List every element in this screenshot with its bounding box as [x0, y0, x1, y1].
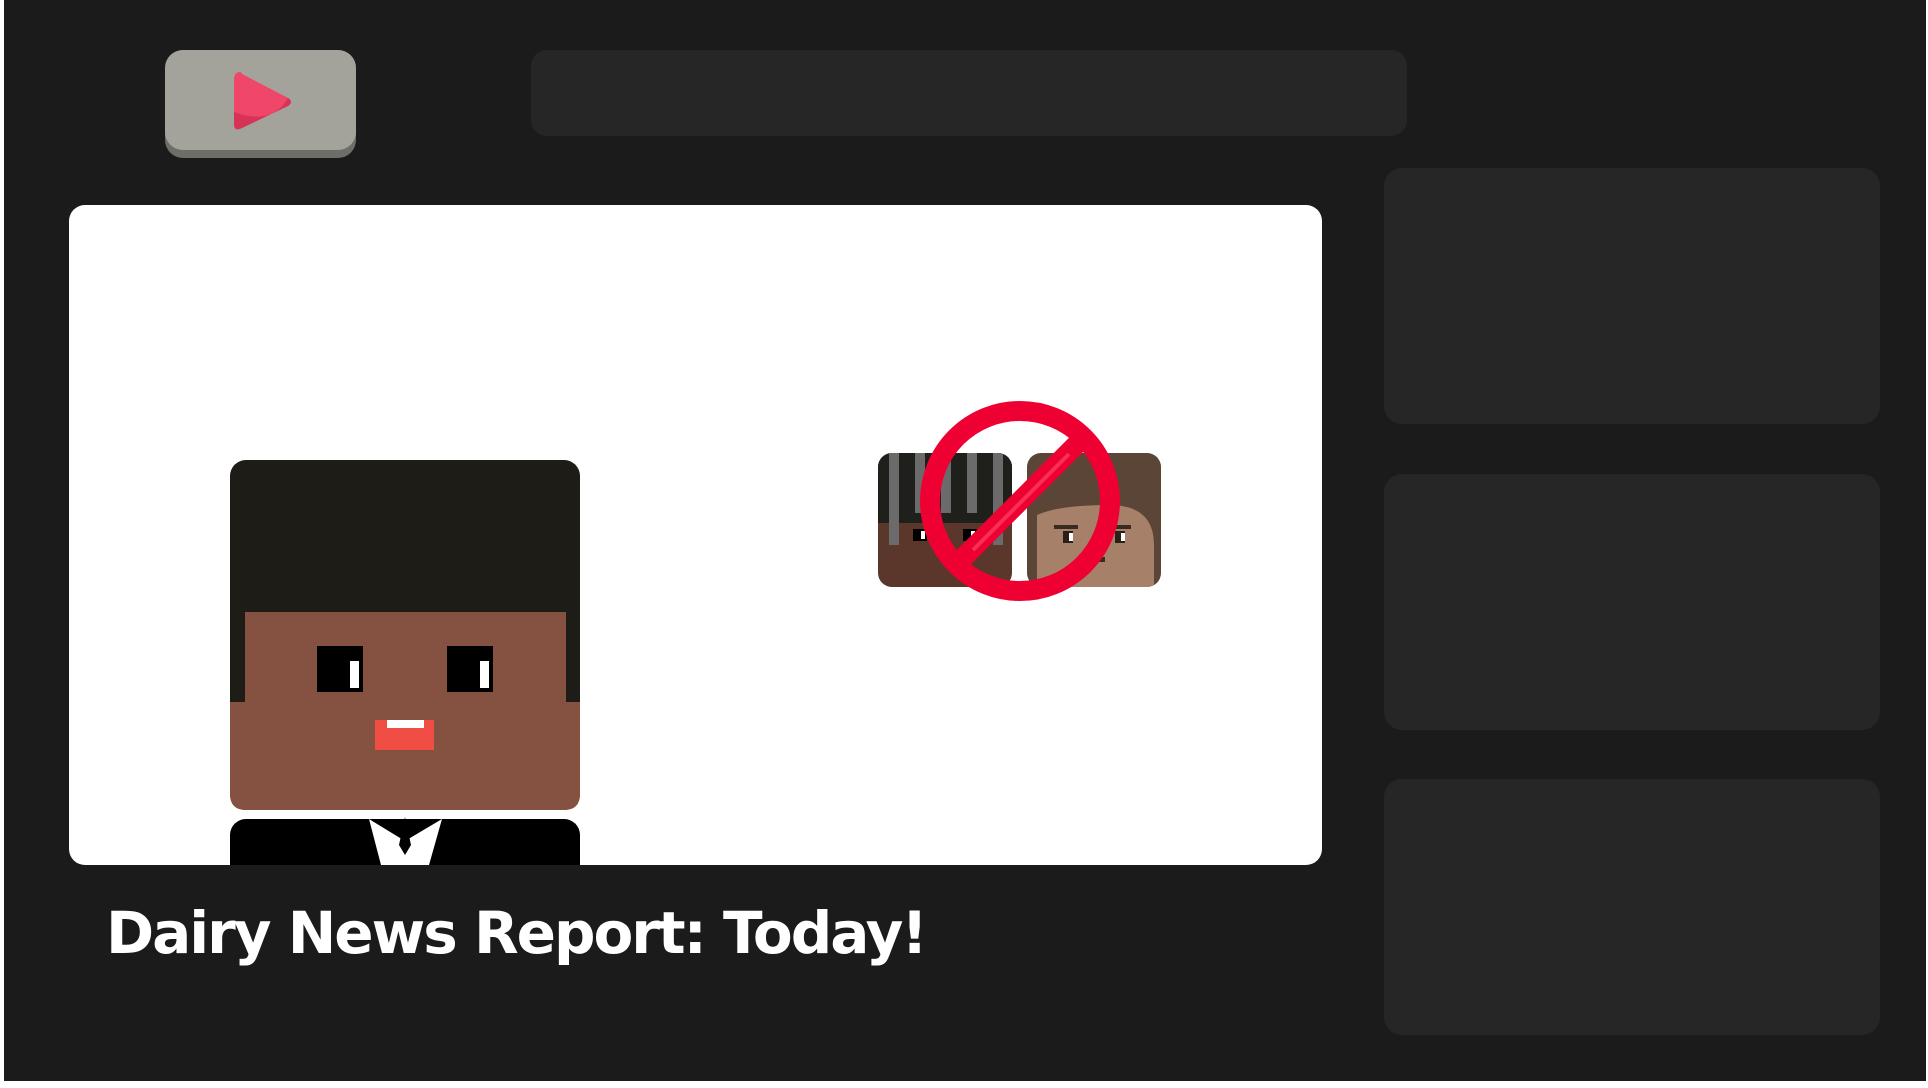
video-player[interactable]	[69, 205, 1322, 865]
banned-characters-group	[878, 401, 1161, 601]
search-input[interactable]	[531, 50, 1407, 136]
app-frame: Dairy News Report: Today!	[4, 0, 1926, 1081]
news-anchor-character	[230, 460, 580, 865]
suggested-video-card[interactable]	[1384, 474, 1880, 730]
play-icon	[234, 72, 291, 130]
suggested-video-card[interactable]	[1384, 168, 1880, 424]
suggested-video-card[interactable]	[1384, 779, 1880, 1035]
player-scene	[230, 401, 1161, 865]
home-logo-button[interactable]	[165, 50, 356, 158]
video-title: Dairy News Report: Today!	[106, 899, 928, 967]
